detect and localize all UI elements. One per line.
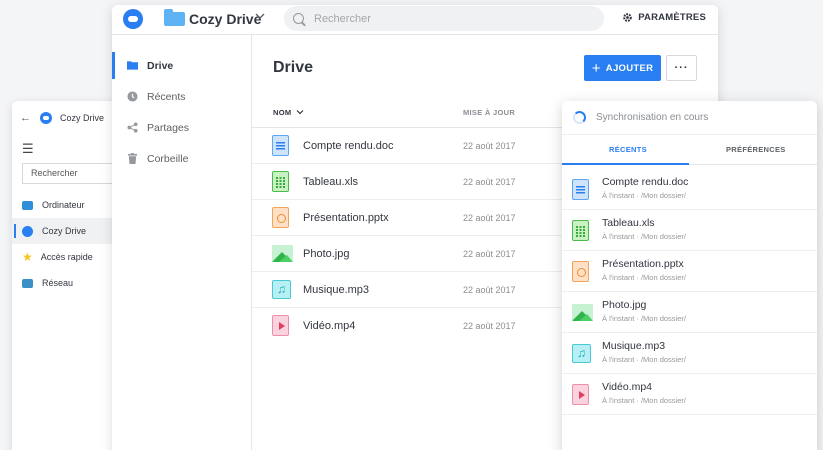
sync-status-bar: Synchronisation en cours <box>562 101 817 135</box>
file-name: Photo.jpg <box>602 299 647 311</box>
folder-icon <box>127 61 138 70</box>
sidebar-item-corbeille[interactable]: Corbeille <box>112 143 251 174</box>
back-arrow-icon[interactable]: ← <box>20 112 31 124</box>
cozy-cloud-icon <box>40 112 52 124</box>
audio-file-icon: ♫ <box>572 343 591 363</box>
file-location: À l'instant · /Mon dossier/ <box>602 273 686 282</box>
sidebar-item-recents[interactable]: Récents <box>112 81 251 112</box>
plus-icon: + <box>591 59 601 77</box>
image-file-icon <box>572 303 593 321</box>
doc-file-icon <box>572 178 589 200</box>
file-name: Compte rendu.doc <box>303 139 394 152</box>
gear-icon <box>623 13 632 22</box>
file-date: 22 août 2017 <box>463 212 516 223</box>
tab-recents[interactable]: RÉCENTS <box>609 145 647 154</box>
file-name: Présentation.pptx <box>303 211 389 224</box>
sidebar-item-label: Récents <box>147 90 186 103</box>
cozy-cloud-icon <box>22 225 33 237</box>
settings-label: PARAMÈTRES <box>638 12 706 23</box>
file-name: Tableau.xls <box>602 217 655 229</box>
doc-file-icon <box>272 135 289 156</box>
file-date: 22 août 2017 <box>463 284 516 295</box>
search-bar[interactable] <box>284 6 604 31</box>
list-item[interactable]: Présentation.pptx À l'instant · /Mon doss… <box>562 251 817 292</box>
sidebar-item-partages[interactable]: Partages <box>112 112 251 143</box>
sidebar-item-label: Partages <box>147 121 190 134</box>
video-file-icon <box>272 315 289 336</box>
share-icon <box>127 122 138 133</box>
recent-files-list: Compte rendu.doc À l'instant · /Mon dossi… <box>562 165 817 415</box>
sidebar-item-label: Drive <box>147 59 174 72</box>
sync-status-text: Synchronisation en cours <box>596 112 709 123</box>
explorer-item-label: Cozy Drive <box>42 226 87 236</box>
list-item[interactable]: ♫ Musique.mp3 À l'instant · /Mon dossier/ <box>562 333 817 374</box>
file-name: Tableau.xls <box>303 175 359 188</box>
list-item[interactable]: Compte rendu.doc À l'instant · /Mon dossi… <box>562 169 817 210</box>
active-tab-indicator <box>562 163 689 165</box>
star-icon: ★ <box>22 250 33 264</box>
file-name: Vidéo.mp4 <box>303 319 356 332</box>
page-title: Drive <box>273 59 314 76</box>
file-location: À l'instant · /Mon dossier/ <box>602 314 686 323</box>
top-bar: Cozy Drive PARAMÈTRES <box>112 5 718 35</box>
computer-icon <box>22 200 33 210</box>
file-name: Compte rendu.doc <box>602 176 689 188</box>
search-input[interactable] <box>314 12 574 25</box>
explorer-item-label: Réseau <box>42 278 74 288</box>
column-header-name[interactable]: NOM <box>273 108 304 117</box>
file-date: 22 août 2017 <box>463 320 516 331</box>
settings-button[interactable]: PARAMÈTRES <box>622 12 706 23</box>
add-button-label: AJOUTER <box>605 62 654 74</box>
explorer-app-title: Cozy Drive <box>60 113 105 123</box>
trash-icon <box>127 153 138 164</box>
spreadsheet-file-icon <box>572 219 589 241</box>
video-file-icon <box>572 383 589 405</box>
image-file-icon <box>272 245 293 262</box>
file-location: À l'instant · /Mon dossier/ <box>602 396 686 405</box>
file-location: À l'instant · /Mon dossier/ <box>602 232 686 241</box>
cozy-cloud-logo-icon[interactable] <box>123 9 143 29</box>
tab-preferences[interactable]: PRÉFÉRENCES <box>726 145 786 154</box>
sidebar-item-label: Corbeille <box>147 152 189 165</box>
file-location: À l'instant · /Mon dossier/ <box>602 191 686 200</box>
list-item[interactable]: Tableau.xls À l'instant · /Mon dossier/ <box>562 210 817 251</box>
sidebar-item-drive[interactable]: Drive <box>112 50 251 81</box>
list-item[interactable]: Photo.jpg À l'instant · /Mon dossier/ <box>562 292 817 333</box>
sync-spinner-icon <box>573 111 586 124</box>
file-name: Présentation.pptx <box>602 258 684 270</box>
file-date: 22 août 2017 <box>463 248 516 259</box>
presentation-file-icon <box>272 207 289 228</box>
sidebar: Drive Récents Partages Corbeille <box>112 35 252 450</box>
app-name[interactable]: Cozy Drive <box>189 11 261 27</box>
file-name: Photo.jpg <box>303 247 350 260</box>
file-name: Musique.mp3 <box>602 340 666 352</box>
spreadsheet-file-icon <box>272 171 289 192</box>
sync-panel-window: Synchronisation en cours RÉCENTS PRÉFÉRE… <box>562 101 817 450</box>
sync-tabs: RÉCENTS PRÉFÉRENCES <box>562 135 817 165</box>
chevron-down-icon[interactable] <box>255 12 265 23</box>
file-name: Musique.mp3 <box>303 283 370 296</box>
file-date: 22 août 2017 <box>463 140 516 151</box>
explorer-item-label: Accès rapide <box>40 252 93 262</box>
audio-file-icon: ♫ <box>272 280 291 299</box>
file-location: À l'instant · /Mon dossier/ <box>602 355 686 364</box>
file-name: Vidéo.mp4 <box>602 381 653 393</box>
list-item[interactable]: Vidéo.mp4 À l'instant · /Mon dossier/ <box>562 374 817 415</box>
more-options-button[interactable]: ··· <box>666 55 697 81</box>
chevron-down-icon <box>296 110 304 115</box>
add-button[interactable]: + AJOUTER <box>584 55 661 81</box>
drive-folder-icon <box>164 9 185 26</box>
presentation-file-icon <box>572 260 589 282</box>
search-icon <box>293 13 304 24</box>
file-date: 22 août 2017 <box>463 176 516 187</box>
clock-icon <box>127 91 138 102</box>
explorer-item-label: Ordinateur <box>42 200 85 210</box>
column-header-date[interactable]: MISE À JOUR <box>463 108 515 117</box>
network-icon <box>22 278 33 288</box>
